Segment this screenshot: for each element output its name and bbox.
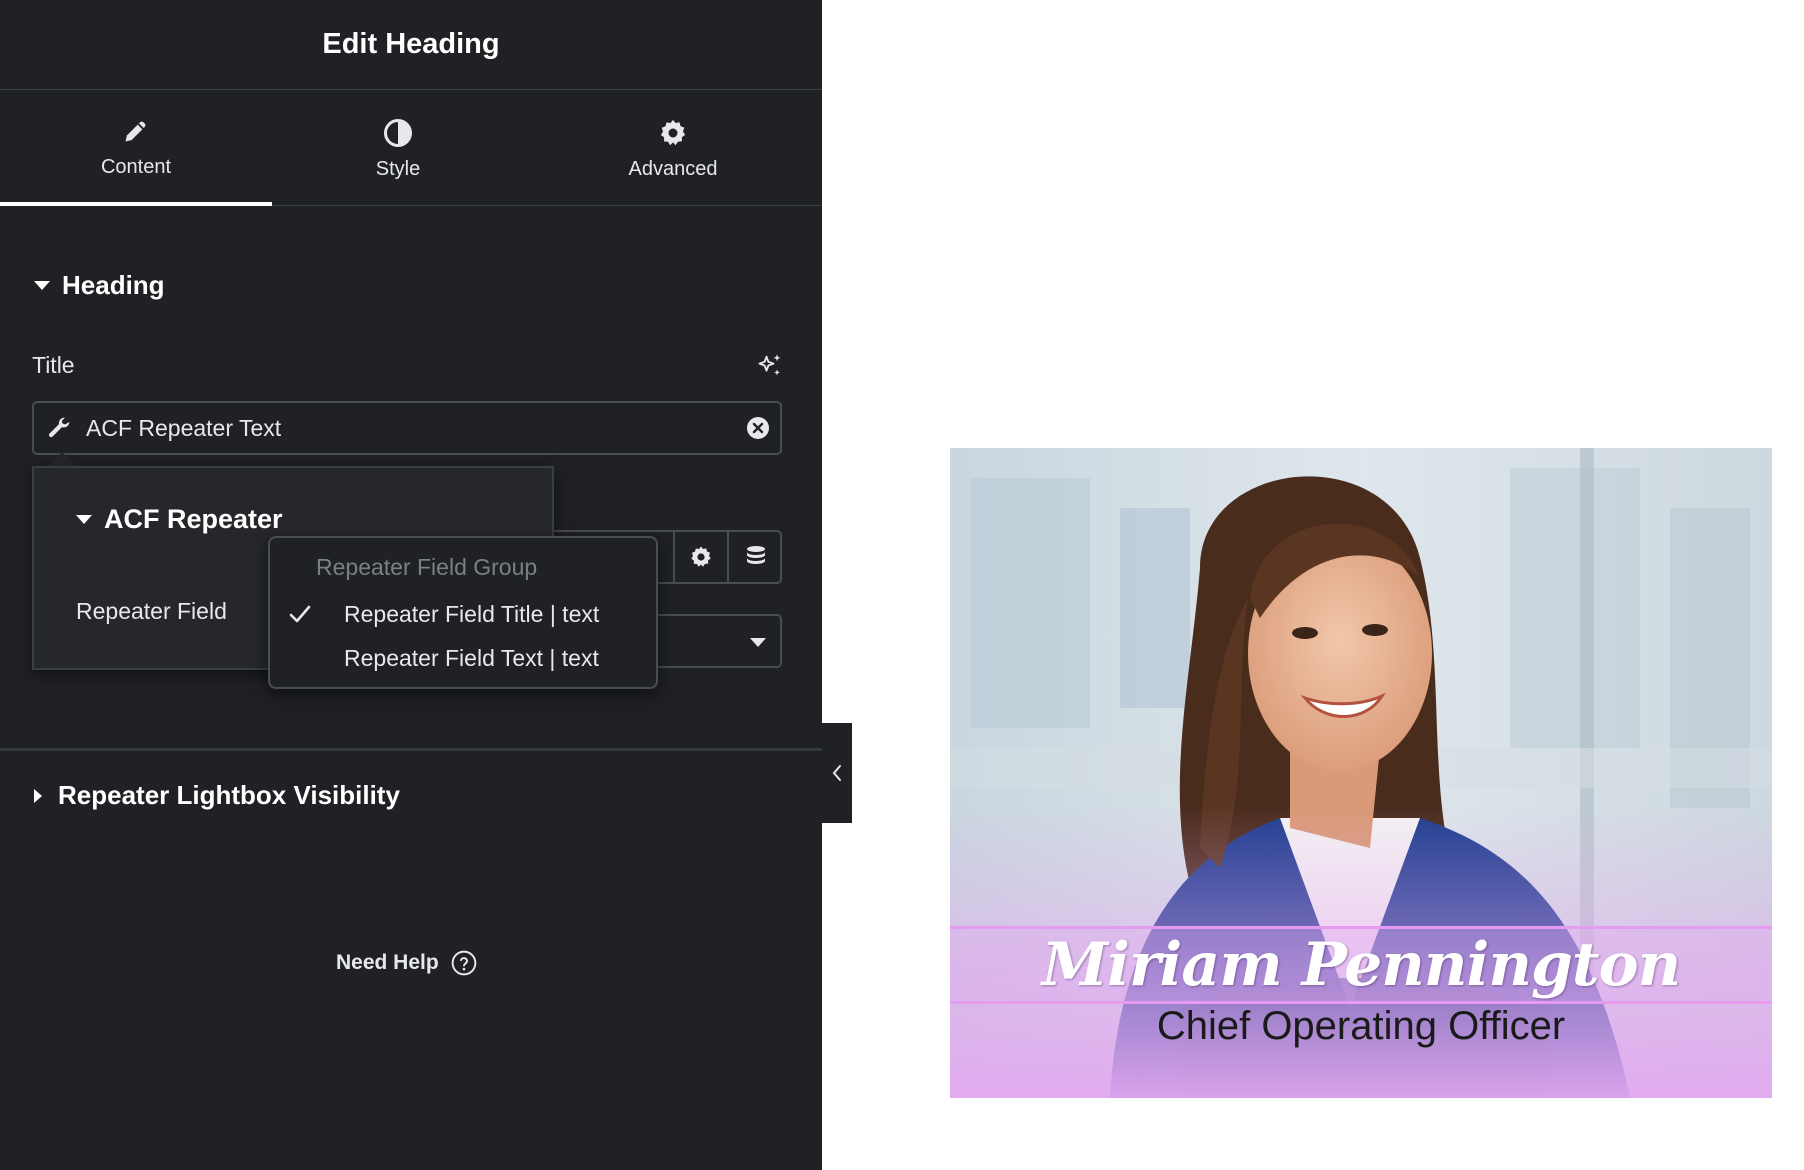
settings-gear-button[interactable]	[673, 530, 727, 584]
dynamic-tags-button[interactable]	[727, 530, 782, 584]
heading-section-toggle[interactable]: Heading	[34, 270, 165, 301]
sparkle-ai-icon[interactable]	[756, 352, 784, 380]
pencil-icon	[119, 114, 153, 148]
collapse-panel-handle[interactable]	[822, 723, 852, 823]
acf-repeater-title: ACF Repeater	[104, 504, 283, 534]
name-band: Miriam Pennington	[950, 926, 1772, 1004]
person-name: Miriam Pennington	[1041, 930, 1682, 1000]
acf-repeater-section-toggle[interactable]: ACF Repeater	[76, 504, 283, 535]
database-icon	[746, 546, 765, 564]
checkmark-icon	[288, 602, 312, 626]
chevron-left-icon	[832, 765, 841, 781]
wrench-icon	[46, 415, 72, 441]
question-circle-icon	[451, 950, 477, 976]
tab-content-label: Content	[100, 156, 172, 178]
panel-title: Edit Heading	[322, 28, 500, 60]
tab-content[interactable]: Content	[0, 91, 272, 206]
lightbox-section-toggle[interactable]: Repeater Lightbox Visibility	[34, 780, 400, 811]
need-help-link[interactable]: Need Help	[336, 950, 477, 976]
person-role: Chief Operating Officer	[1156, 1004, 1566, 1048]
title-dynamic-field[interactable]: ACF Repeater Text	[32, 401, 782, 455]
tab-style-label: Style	[375, 158, 421, 180]
gear-icon	[656, 116, 690, 150]
tab-advanced-label: Advanced	[628, 158, 718, 180]
dropdown-group-label: Repeater Field Group	[316, 554, 538, 580]
panel-tabs: Content Style Advanced	[0, 91, 822, 206]
section-divider	[0, 748, 822, 751]
dropdown-option-label: Repeater Field Text | text	[344, 644, 599, 671]
dropdown-option-label: Repeater Field Title | text	[344, 600, 600, 627]
dropdown-option[interactable]: Repeater Field Title | text	[270, 594, 656, 634]
tab-advanced[interactable]: Advanced	[524, 91, 822, 206]
repeater-field-label: Repeater Field	[76, 598, 227, 624]
caret-right-icon	[34, 788, 42, 803]
chevron-down-icon	[750, 638, 766, 647]
caret-down-icon	[34, 281, 50, 290]
team-member-card: Miriam Pennington Chief Operating Office…	[950, 448, 1772, 1098]
title-field-value: ACF Repeater Text	[86, 414, 282, 441]
clear-icon[interactable]	[746, 416, 770, 440]
half-circle-icon	[381, 116, 415, 150]
caret-down-icon	[76, 515, 92, 524]
need-help-label: Need Help	[336, 951, 439, 974]
lightbox-section-title: Repeater Lightbox Visibility	[58, 780, 400, 810]
tab-style[interactable]: Style	[272, 91, 524, 206]
gear-icon	[691, 546, 711, 567]
dropdown-option[interactable]: Repeater Field Text | text	[270, 638, 656, 678]
panel-header: Edit Heading	[0, 0, 822, 90]
title-label: Title	[32, 352, 75, 378]
popup-arrow	[46, 452, 78, 467]
editor-panel: Edit Heading Content Style Advanced Head…	[0, 0, 822, 1170]
repeater-field-dropdown: Repeater Field Group Repeater Field Titl…	[268, 536, 658, 689]
heading-section-title: Heading	[62, 270, 165, 300]
select-control[interactable]	[640, 614, 782, 668]
